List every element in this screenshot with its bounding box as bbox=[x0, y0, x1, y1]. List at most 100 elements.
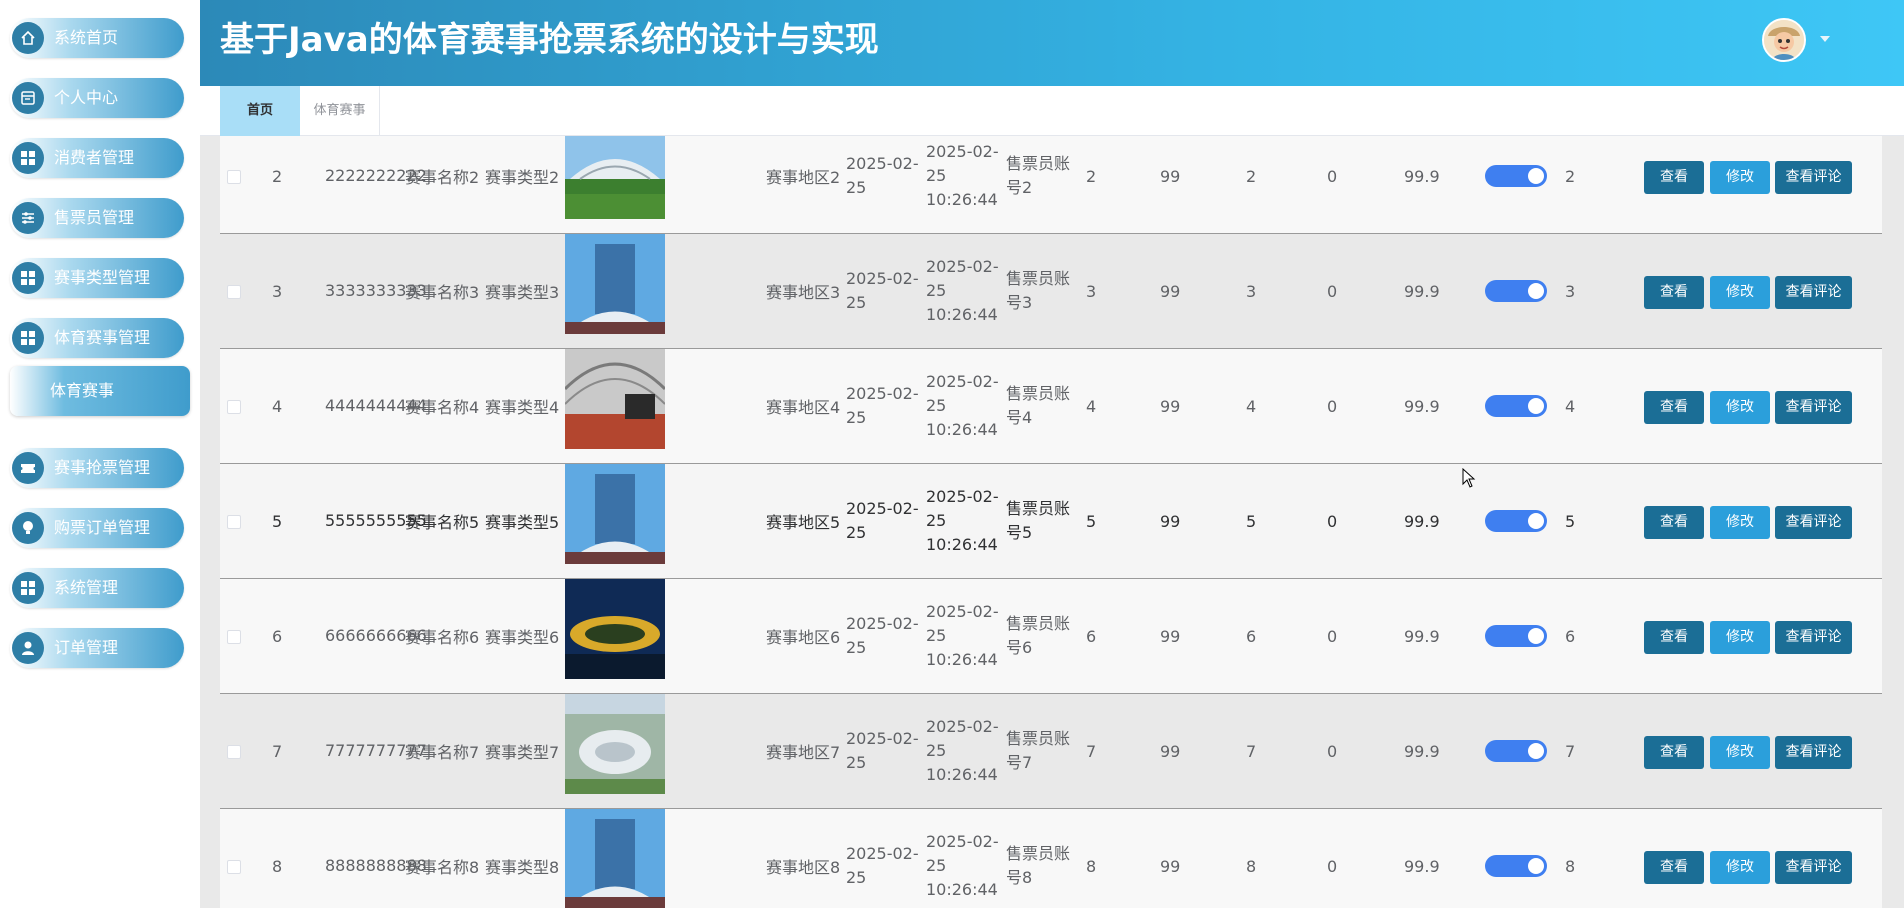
row-checkbox[interactable] bbox=[227, 630, 241, 644]
event-image bbox=[565, 694, 665, 794]
view-button[interactable]: 查看 bbox=[1644, 851, 1704, 884]
edit-button[interactable]: 修改 bbox=[1710, 161, 1770, 194]
bulb-icon bbox=[12, 512, 44, 544]
sidebar-item-ticket-grab-management[interactable]: 赛事抢票管理 bbox=[10, 448, 184, 488]
view-button[interactable]: 查看 bbox=[1644, 621, 1704, 654]
switch-knob bbox=[1528, 743, 1544, 759]
status-switch[interactable] bbox=[1485, 625, 1547, 647]
cell-event-name: 赛事名称5 bbox=[405, 513, 480, 532]
cell-event-date: 2025-02-25 bbox=[846, 844, 919, 887]
cell-event-type: 赛事类型3 bbox=[485, 283, 560, 302]
sidebar-item-home[interactable]: 系统首页 bbox=[10, 18, 184, 58]
view-button[interactable]: 查看 bbox=[1644, 736, 1704, 769]
cell-event-date: 2025-02-25 bbox=[846, 614, 919, 657]
cell-event-date: 2025-02-25 bbox=[846, 154, 919, 197]
cell-value-1: 5 bbox=[1086, 511, 1097, 531]
row-checkbox[interactable] bbox=[227, 745, 241, 759]
tab-sports-event[interactable]: 体育赛事 bbox=[300, 86, 380, 136]
view-comments-button[interactable]: 查看评论 bbox=[1775, 851, 1852, 884]
edit-button[interactable]: 修改 bbox=[1710, 506, 1770, 539]
row-checkbox[interactable] bbox=[227, 285, 241, 299]
status-switch-cell bbox=[1485, 579, 1547, 693]
table-row: 2 2222222222 赛事名称2 赛事类型2 赛事地区2 2025-02-25 2025… bbox=[220, 136, 1882, 234]
home-icon bbox=[12, 22, 44, 54]
cell-event-type: 赛事类型6 bbox=[485, 628, 560, 647]
event-image bbox=[565, 579, 665, 679]
status-switch-cell bbox=[1485, 464, 1547, 578]
cell-price: 99.9 bbox=[1404, 281, 1440, 301]
sidebar-item-sports-event-management[interactable]: 体育赛事管理 bbox=[10, 318, 184, 358]
edit-button[interactable]: 修改 bbox=[1710, 736, 1770, 769]
edit-button[interactable]: 修改 bbox=[1710, 621, 1770, 654]
status-switch[interactable] bbox=[1485, 855, 1547, 877]
view-button[interactable]: 查看 bbox=[1644, 161, 1704, 194]
tab-home[interactable]: 首页 bbox=[220, 86, 300, 136]
status-switch-cell bbox=[1485, 349, 1547, 463]
cell-id: 3 bbox=[272, 281, 283, 301]
cell-price: 99.9 bbox=[1404, 626, 1440, 646]
cell-id: 4 bbox=[272, 396, 283, 416]
cell-value-5: 8 bbox=[1565, 856, 1576, 876]
cell-event-region: 赛事地区4 bbox=[766, 398, 841, 417]
table-row: 3 3333333333 赛事名称3 赛事类型3 赛事地区3 2025-02-25 2025… bbox=[220, 234, 1882, 349]
status-switch[interactable] bbox=[1485, 740, 1547, 762]
status-switch-cell bbox=[1485, 694, 1547, 808]
cell-value-1: 7 bbox=[1086, 741, 1097, 761]
cell-ticketer-account: 售票员账号6 bbox=[1006, 614, 1071, 657]
cell-event-name: 赛事名称7 bbox=[405, 743, 480, 762]
cell-value-5: 6 bbox=[1565, 626, 1576, 646]
row-checkbox[interactable] bbox=[227, 400, 241, 414]
edit-button[interactable]: 修改 bbox=[1710, 851, 1770, 884]
edit-button[interactable]: 修改 bbox=[1710, 391, 1770, 424]
cell-event-name: 赛事名称3 bbox=[405, 283, 480, 302]
view-comments-button[interactable]: 查看评论 bbox=[1775, 161, 1852, 194]
cell-event-region: 赛事地区7 bbox=[766, 743, 841, 762]
switch-knob bbox=[1528, 628, 1544, 644]
sidebar-item-order-management[interactable]: 订单管理 bbox=[10, 628, 184, 668]
cell-value-2: 99 bbox=[1160, 741, 1181, 761]
cell-value-1: 6 bbox=[1086, 626, 1097, 646]
cell-value-2: 99 bbox=[1160, 511, 1181, 531]
edit-button[interactable]: 修改 bbox=[1710, 276, 1770, 309]
status-switch[interactable] bbox=[1485, 165, 1547, 187]
status-switch[interactable] bbox=[1485, 280, 1547, 302]
sidebar-item-label: 个人中心 bbox=[54, 88, 119, 107]
sidebar-item-system-management[interactable]: 系统管理 bbox=[10, 568, 184, 608]
table-row: 7 7777777777 赛事名称7 赛事类型7 赛事地区7 2025-02-25 2025… bbox=[220, 694, 1882, 809]
row-checkbox[interactable] bbox=[227, 170, 241, 184]
tab-bar: 首页 体育赛事 bbox=[200, 86, 1904, 136]
status-switch-cell bbox=[1485, 809, 1547, 908]
sidebar-item-personal-center[interactable]: 个人中心 bbox=[10, 78, 184, 118]
row-checkbox[interactable] bbox=[227, 515, 241, 529]
view-comments-button[interactable]: 查看评论 bbox=[1775, 736, 1852, 769]
sidebar-item-purchase-order-management[interactable]: 购票订单管理 bbox=[10, 508, 184, 548]
sidebar-item-event-type-management[interactable]: 赛事类型管理 bbox=[10, 258, 184, 298]
cell-event-number: 6666666666 bbox=[325, 626, 427, 645]
cell-event-region: 赛事地区5 bbox=[766, 513, 841, 532]
view-comments-button[interactable]: 查看评论 bbox=[1775, 621, 1852, 654]
user-avatar[interactable] bbox=[1762, 18, 1806, 62]
cell-event-type: 赛事类型2 bbox=[485, 168, 560, 187]
submenu-item-sports-event[interactable]: 体育赛事 bbox=[10, 366, 190, 416]
row-checkbox[interactable] bbox=[227, 860, 241, 874]
sidebar-item-consumer-management[interactable]: 消费者管理 bbox=[10, 138, 184, 178]
view-comments-button[interactable]: 查看评论 bbox=[1775, 276, 1852, 309]
cell-ticketer-account: 售票员账号7 bbox=[1006, 729, 1071, 772]
cell-event-name: 赛事名称6 bbox=[405, 628, 480, 647]
status-switch[interactable] bbox=[1485, 510, 1547, 532]
view-button[interactable]: 查看 bbox=[1644, 276, 1704, 309]
view-comments-button[interactable]: 查看评论 bbox=[1775, 391, 1852, 424]
view-button[interactable]: 查看 bbox=[1644, 391, 1704, 424]
chevron-down-icon[interactable] bbox=[1820, 36, 1830, 42]
sidebar-item-ticketer-management[interactable]: 售票员管理 bbox=[10, 198, 184, 238]
table-row: 5 5555555555 赛事名称5 赛事类型5 赛事地区5 2025-02-25 2025… bbox=[220, 464, 1882, 579]
sidebar-item-label: 赛事抢票管理 bbox=[54, 458, 151, 477]
status-switch[interactable] bbox=[1485, 395, 1547, 417]
view-button[interactable]: 查看 bbox=[1644, 506, 1704, 539]
cell-publish-time: 2025-02-25 10:26:44 bbox=[926, 487, 999, 554]
cell-value-4: 0 bbox=[1327, 396, 1338, 416]
cell-event-region: 赛事地区2 bbox=[766, 168, 841, 187]
cell-value-3: 8 bbox=[1246, 856, 1257, 876]
view-comments-button[interactable]: 查看评论 bbox=[1775, 506, 1852, 539]
cell-event-name: 赛事名称2 bbox=[405, 168, 480, 187]
